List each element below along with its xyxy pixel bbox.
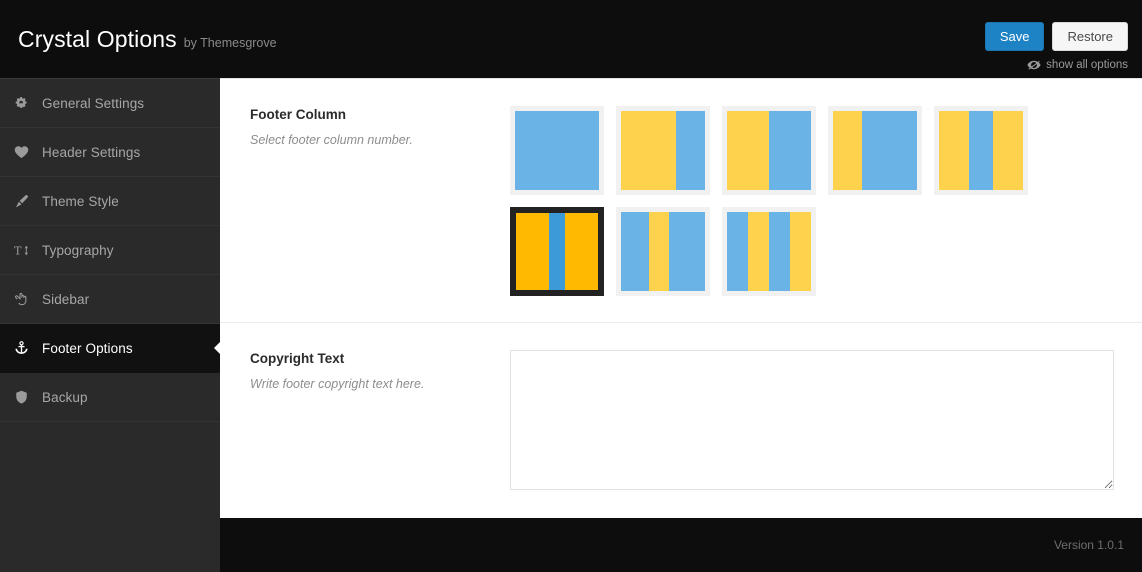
layout-preview [727,111,811,190]
layout-column-yellow [516,213,549,290]
layout-column-yellow [833,111,862,190]
version-label: Version 1.0.1 [1053,538,1124,552]
page-title: Crystal Options [18,26,177,52]
header-button-row: Save Restore [984,22,1128,51]
save-button[interactable]: Save [984,22,1045,51]
footer-column-option-three-column-selected[interactable] [510,207,604,296]
field-footer-column-control [510,105,1112,296]
copyright-text-input[interactable] [510,350,1114,490]
footer-column-option-four-column[interactable] [722,207,816,296]
layout-column-blue [548,213,566,290]
layout-preview [833,111,917,190]
eye-slash-icon [1027,60,1041,70]
layout-column-blue [769,212,790,291]
hand-pointer-icon [14,292,36,307]
footer-column-option-three-column-blue-yellow-blue[interactable] [616,207,710,296]
field-footer-column: Footer Column Select footer column numbe… [220,79,1142,323]
layout-preview [515,111,599,190]
layout-column-yellow [992,111,1023,190]
brand: Crystal Options by Themesgrove [18,26,277,53]
show-all-options-toggle[interactable]: show all options [985,59,1128,71]
field-title: Footer Column [250,107,346,122]
layout-column-yellow [727,111,769,190]
field-footer-column-label: Footer Column Select footer column numbe… [250,105,510,296]
content-area: Footer Column Select footer column numbe… [220,78,1142,518]
layout-column-yellow [790,212,811,291]
gears-icon [14,96,36,111]
footer-column-option-two-column-wide-right[interactable] [828,106,922,195]
sidebar-item-label: Backup [42,389,88,405]
header-actions: Save Restore show all options [984,22,1128,71]
layout-column-blue [668,212,705,291]
paintbrush-icon [14,194,36,209]
footer-column-option-two-column-equal[interactable] [722,106,816,195]
footer-column-option-two-column-wide-left[interactable] [616,106,710,195]
svg-text:T: T [14,244,22,257]
footer-column-image-select[interactable] [510,106,1100,296]
show-all-options-label: show all options [1046,59,1128,71]
layout-column-blue [769,111,811,190]
layout-column-blue [969,111,993,190]
layout-column-blue [515,111,599,190]
layout-column-blue [621,212,649,291]
sidebar-filler [0,422,220,572]
active-indicator-arrow-icon [214,341,221,355]
sidebar-item-label: Typography [42,242,114,258]
text-height-icon: T [14,243,36,258]
layout-column-yellow [621,111,677,190]
layout-preview [621,212,705,291]
sidebar: General Settings Header Settings Theme Sty… [0,78,221,572]
layout-column-blue [727,212,748,291]
layout-preview [621,111,705,190]
layout-column-yellow [939,111,970,190]
sidebar-item-footer-options[interactable]: Footer Options [0,324,221,373]
layout-preview [727,212,811,291]
field-copyright-text-control [510,349,1114,490]
layout-preview [516,213,598,290]
heart-icon [14,145,36,159]
options-panel: Crystal Options by Themesgrove Save Rest… [0,0,1142,572]
layout-column-blue [861,111,917,190]
sidebar-item-sidebar[interactable]: Sidebar [0,275,220,324]
sidebar-item-header-settings[interactable]: Header Settings [0,128,220,177]
footer-column-option-one-column[interactable] [510,106,604,195]
layout-column-blue [676,111,705,190]
sidebar-item-label: Header Settings [42,144,141,160]
sidebar-item-theme-style[interactable]: Theme Style [0,177,220,226]
field-description: Select footer column number. [250,133,413,147]
layout-column-yellow [648,212,669,291]
sidebar-item-label: Footer Options [42,340,133,356]
field-copyright-text-label: Copyright Text Write footer copyright te… [250,349,510,490]
panel-body: General Settings Header Settings Theme Sty… [0,78,1142,572]
shield-icon [14,390,36,405]
field-copyright-text: Copyright Text Write footer copyright te… [220,323,1142,516]
sidebar-item-label: Theme Style [42,193,119,209]
field-title: Copyright Text [250,351,345,366]
field-description: Write footer copyright text here. [250,377,425,391]
sidebar-item-label: Sidebar [42,291,90,307]
layout-column-yellow [565,213,598,290]
brand-subtitle: by Themesgrove [183,36,277,50]
layout-preview [939,111,1023,190]
layout-column-yellow [748,212,769,291]
sidebar-item-typography[interactable]: T Typography [0,226,220,275]
sidebar-item-backup[interactable]: Backup [0,373,220,422]
footer-column-option-three-column-yellow-blue-yellow[interactable] [934,106,1028,195]
restore-button[interactable]: Restore [1052,22,1128,51]
sidebar-item-general-settings[interactable]: General Settings [0,79,220,128]
panel-header: Crystal Options by Themesgrove Save Rest… [0,0,1142,78]
sidebar-item-label: General Settings [42,95,145,111]
anchor-icon [14,340,36,356]
sidebar-nav: General Settings Header Settings Theme Sty… [0,79,221,422]
